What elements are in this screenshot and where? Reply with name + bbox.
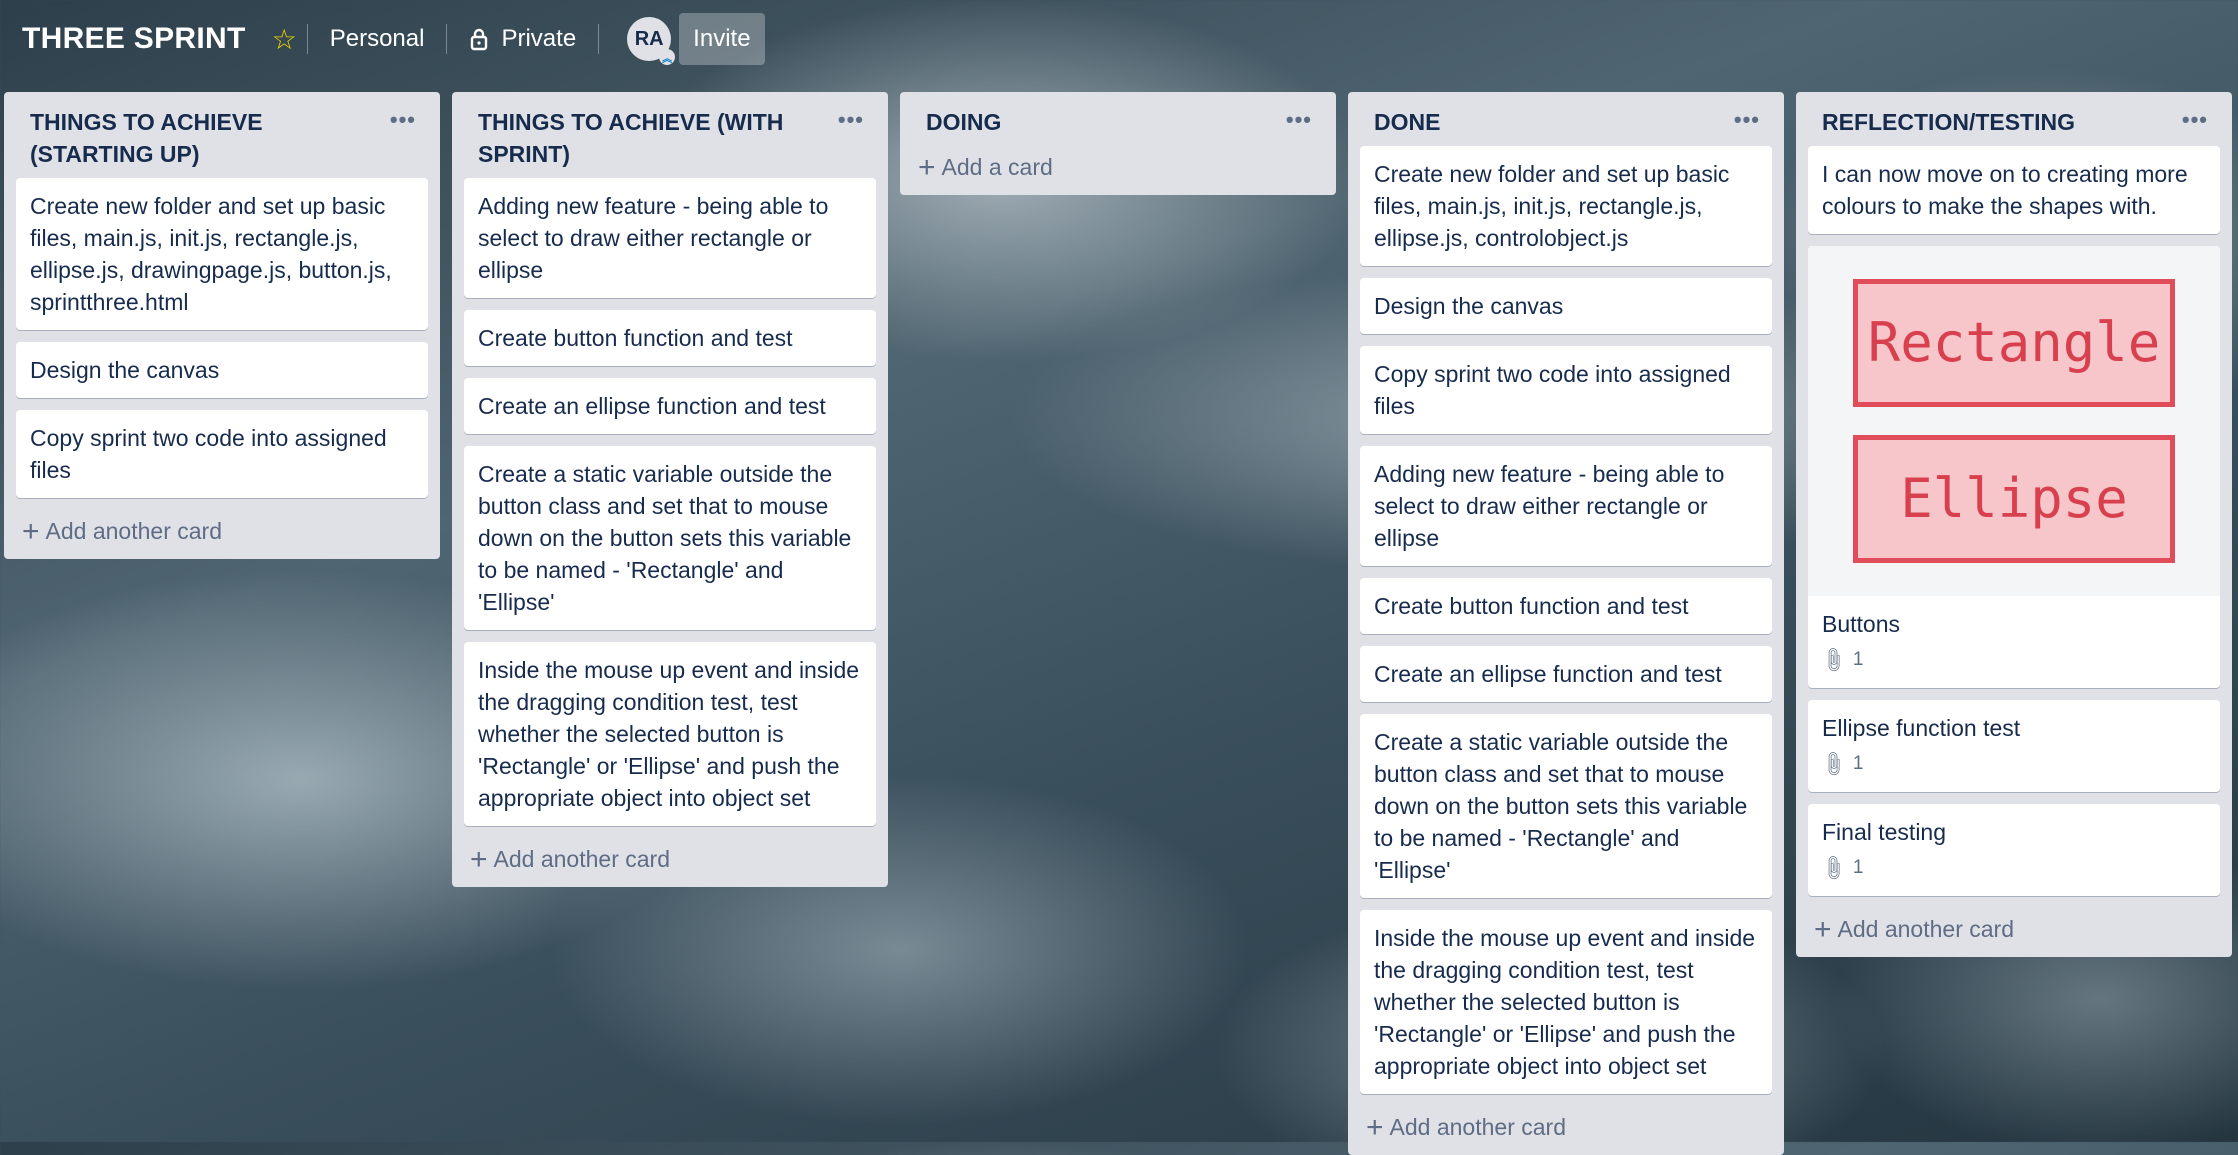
list-things-to-achieve-sprint: THINGS TO ACHIEVE (WITH SPRINT) ••• Addi… — [452, 92, 888, 887]
plus-icon: + — [918, 150, 936, 184]
admin-chevron-icon: ︽ — [659, 49, 676, 65]
card[interactable]: Create a static variable outside the but… — [464, 446, 876, 630]
add-card-button[interactable]: + Add another card — [464, 838, 876, 877]
paperclip-icon: 📎︎ — [1818, 748, 1849, 780]
card[interactable]: Create button function and test — [464, 310, 876, 366]
header-divider — [306, 24, 308, 54]
visibility-button[interactable]: Private — [457, 13, 588, 65]
visibility-label: Private — [501, 25, 577, 52]
card[interactable]: Create new folder and set up basic files… — [16, 178, 428, 330]
board-title[interactable]: THREE SPRINT — [22, 22, 246, 56]
list-title[interactable]: THINGS TO ACHIEVE (WITH SPRINT) — [478, 109, 783, 167]
card[interactable]: Create button function and test — [1360, 578, 1772, 634]
add-card-button[interactable]: + Add another card — [1808, 908, 2220, 947]
card[interactable]: Design the canvas — [1360, 278, 1772, 334]
star-icon[interactable]: ☆ — [272, 23, 297, 56]
plus-icon: + — [470, 842, 488, 876]
add-card-label: Add another card — [493, 846, 670, 872]
add-card-label: Add another card — [1389, 1114, 1566, 1140]
card[interactable]: Inside the mouse up event and inside the… — [1360, 910, 1772, 1094]
attachment-count: 1 — [1852, 857, 1864, 878]
card-ellipse-test[interactable]: Ellipse function test 📎︎ 1 — [1808, 700, 2220, 792]
card-cover-image: Rectangle Ellipse — [1808, 246, 2220, 596]
card[interactable]: Create a static variable outside the but… — [1360, 714, 1772, 898]
board-header: THREE SPRINT ☆ Personal Private RA ︽ Inv… — [0, 0, 2238, 78]
list-title[interactable]: THINGS TO ACHIEVE (STARTING UP) — [30, 109, 263, 167]
card[interactable]: Create an ellipse function and test — [464, 378, 876, 434]
team-button[interactable]: Personal — [318, 13, 437, 65]
card[interactable]: Inside the mouse up event and inside the… — [464, 642, 876, 826]
list-menu-icon[interactable]: ••• — [2182, 104, 2208, 136]
list-doing: DOING ••• + Add a card — [900, 92, 1336, 195]
list-done: DONE ••• Create new folder and set up ba… — [1348, 92, 1784, 1155]
add-card-label: Add another card — [1837, 916, 2014, 942]
list-things-to-achieve-starting: THINGS TO ACHIEVE (STARTING UP) ••• Crea… — [4, 92, 440, 559]
card[interactable]: Adding new feature - being able to selec… — [464, 178, 876, 298]
paperclip-icon: 📎︎ — [1818, 644, 1849, 676]
lock-icon — [471, 28, 488, 51]
add-card-button[interactable]: + Add another card — [16, 510, 428, 549]
attachment-badge: 📎︎ 1 — [1818, 748, 2206, 780]
list-reflection-testing: REFLECTION/TESTING ••• I can now move on… — [1796, 92, 2232, 957]
cover-ellipse-button: Ellipse — [1853, 435, 2175, 563]
invite-button[interactable]: Invite — [679, 13, 765, 65]
avatar-initials: RA — [634, 27, 664, 50]
list-title[interactable]: DONE — [1374, 109, 1440, 135]
add-card-label: Add a card — [941, 154, 1053, 180]
attachment-badge: 📎︎ 1 — [1808, 644, 2220, 688]
card[interactable]: Create new folder and set up basic files… — [1360, 146, 1772, 266]
add-card-label: Add another card — [45, 518, 222, 544]
card-title: Buttons — [1822, 611, 1900, 637]
list-title[interactable]: DOING — [926, 109, 1001, 135]
plus-icon: + — [22, 514, 40, 548]
cover-rectangle-button: Rectangle — [1853, 279, 2175, 407]
attachment-count: 1 — [1852, 753, 1864, 774]
card-final-testing[interactable]: Final testing 📎︎ 1 — [1808, 804, 2220, 896]
header-divider — [598, 24, 600, 54]
list-menu-icon[interactable]: ••• — [1734, 104, 1760, 136]
card[interactable]: I can now move on to creating more colou… — [1808, 146, 2220, 234]
card[interactable]: Copy sprint two code into assigned files — [1360, 346, 1772, 434]
card-buttons[interactable]: Rectangle Ellipse Buttons 📎︎ 1 — [1808, 246, 2220, 688]
list-header[interactable]: THINGS TO ACHIEVE (STARTING UP) ••• — [16, 92, 428, 178]
add-card-button[interactable]: + Add a card — [912, 146, 1324, 185]
list-menu-icon[interactable]: ••• — [838, 104, 864, 136]
list-menu-icon[interactable]: ••• — [1286, 104, 1312, 136]
avatar[interactable]: RA ︽ — [627, 17, 676, 65]
list-menu-icon[interactable]: ••• — [390, 104, 416, 136]
attachment-badge: 📎︎ 1 — [1818, 852, 2206, 884]
plus-icon: + — [1814, 912, 1832, 946]
add-card-button[interactable]: + Add another card — [1360, 1106, 1772, 1145]
list-header[interactable]: DOING ••• — [912, 92, 1324, 146]
card[interactable]: Adding new feature - being able to selec… — [1360, 446, 1772, 566]
card[interactable]: Create an ellipse function and test — [1360, 646, 1772, 702]
list-title[interactable]: REFLECTION/TESTING — [1822, 109, 2075, 135]
list-header[interactable]: REFLECTION/TESTING ••• — [1808, 92, 2220, 146]
card-title: Ellipse function test — [1822, 715, 2021, 741]
list-header[interactable]: DONE ••• — [1360, 92, 1772, 146]
attachment-count: 1 — [1852, 649, 1864, 670]
list-header[interactable]: THINGS TO ACHIEVE (WITH SPRINT) ••• — [464, 92, 876, 178]
paperclip-icon: 📎︎ — [1818, 852, 1849, 884]
card[interactable]: Design the canvas — [16, 342, 428, 398]
plus-icon: + — [1366, 1110, 1384, 1144]
card-title: Final testing — [1822, 819, 1947, 845]
card[interactable]: Copy sprint two code into assigned files — [16, 410, 428, 498]
header-divider — [446, 24, 448, 54]
